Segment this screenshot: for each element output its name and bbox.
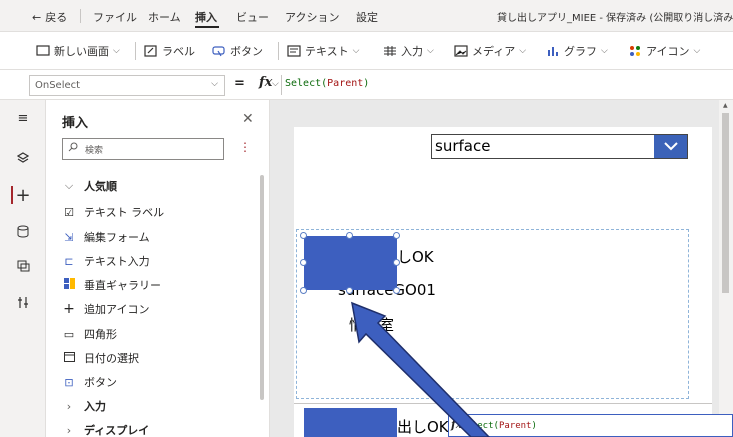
media-button[interactable]: メディア ⌵: [454, 43, 526, 59]
panel-title: 挿入: [62, 116, 89, 131]
insert-item-text-label[interactable]: ☑ テキスト ラベル: [62, 204, 164, 220]
device-dropdown[interactable]: surface: [431, 134, 688, 159]
ribbon-toolbar: 新しい画面 ⌵ ラベル ボタン テキスト ⌵ 入力 ⌵ メディア ⌵ グラフ ⌵ アイコン…: [0, 32, 733, 70]
resize-handle[interactable]: [393, 232, 400, 239]
input-icon: [383, 45, 397, 57]
resize-handle[interactable]: [346, 232, 353, 239]
menu-settings[interactable]: 設定: [356, 9, 378, 25]
equals-sign: =: [234, 76, 245, 91]
insert-panel: 挿入 ✕ 検索 ⋮ ⌵ 人気順 ☑ テキスト ラベル ⇲ 編集フォーム ⊏ テキスト入力…: [46, 100, 270, 437]
insert-item-rectangle[interactable]: ▭ 四角形: [62, 326, 117, 342]
label-button[interactable]: ラベル: [144, 43, 195, 59]
scrollbar-thumb[interactable]: [722, 113, 729, 293]
app-title: 貸し出しアプリ_MIEE - 保存済み (公開取り消し済み: [497, 13, 733, 24]
form-icon: ⇲: [64, 230, 74, 244]
menu-bar: ← 戻る ファイル ホーム 挿入 ビュー アクション 設定 貸し出しアプリ_MIE…: [0, 0, 733, 32]
menu-insert[interactable]: 挿入: [195, 9, 217, 25]
label-icon: ☑: [64, 205, 74, 219]
divider: [135, 42, 136, 60]
scroll-up-icon[interactable]: ▲: [723, 102, 728, 109]
text-icon: [287, 45, 301, 57]
gallery-department[interactable]: 情報室: [349, 314, 394, 335]
divider: [281, 75, 282, 95]
new-screen-icon: [36, 45, 50, 57]
chevron-down-icon: ⌵: [211, 79, 218, 89]
button-icon: ⊡: [64, 375, 74, 389]
chevron-down-icon: ⌵: [352, 46, 360, 56]
text-input-icon: ⊏: [64, 254, 74, 268]
label-icon: [144, 45, 158, 57]
search-input[interactable]: 検索: [62, 138, 224, 160]
new-screen-button[interactable]: 新しい画面 ⌵: [36, 43, 120, 59]
text-button[interactable]: テキスト ⌵: [287, 43, 360, 59]
canvas-scrollbar[interactable]: ▲: [719, 100, 733, 437]
chevron-down-icon: ⌵: [601, 46, 608, 56]
gallery-item-2-button[interactable]: [304, 408, 397, 437]
left-rail: ≡ +: [0, 100, 46, 437]
back-arrow-icon: ←: [32, 11, 42, 24]
insert-item-date-picker[interactable]: 日付の選択: [62, 350, 139, 366]
menu-file[interactable]: ファイル: [93, 9, 137, 25]
chevron-down-icon: ⌵: [64, 179, 74, 192]
resize-handle[interactable]: [346, 287, 353, 294]
chevron-down-icon: ⌵: [519, 46, 527, 56]
fx-icon[interactable]: fx: [259, 75, 272, 90]
input-button[interactable]: 入力 ⌵: [383, 43, 434, 59]
section-display[interactable]: › ディスプレイ: [62, 422, 149, 437]
insert-item-add-icon[interactable]: + 追加アイコン: [62, 301, 149, 317]
layers-icon[interactable]: [0, 144, 46, 172]
section-popular[interactable]: ⌵ 人気順: [62, 178, 117, 194]
insert-item-edit-form[interactable]: ⇲ 編集フォーム: [62, 229, 149, 245]
divider: [278, 42, 279, 60]
insert-item-vertical-gallery[interactable]: 垂直ギャラリー: [62, 277, 161, 293]
hamburger-icon[interactable]: ≡: [0, 104, 46, 132]
insert-item-button[interactable]: ⊡ ボタン: [62, 374, 117, 390]
chevron-down-icon: ⌵: [113, 46, 120, 56]
selected-button[interactable]: [304, 236, 397, 290]
more-options-icon[interactable]: ⋮: [239, 140, 251, 154]
search-icon: [68, 142, 78, 152]
chevron-down-icon: ⌵: [693, 46, 701, 56]
plus-icon: +: [63, 301, 75, 317]
close-icon[interactable]: ✕: [242, 111, 254, 127]
menu-view[interactable]: ビュー: [236, 9, 269, 25]
resize-handle[interactable]: [300, 259, 307, 266]
chevron-right-icon: ›: [66, 423, 72, 437]
resize-handle[interactable]: [300, 232, 307, 239]
data-icon[interactable]: [0, 217, 46, 245]
media-library-icon[interactable]: [0, 252, 46, 280]
chart-button[interactable]: グラフ ⌵: [546, 43, 608, 59]
section-input[interactable]: › 入力: [62, 398, 106, 414]
insert-plus-icon[interactable]: +: [0, 181, 46, 209]
media-icon: [454, 45, 468, 57]
property-selector[interactable]: OnSelect ⌵: [29, 75, 225, 96]
divider: [80, 9, 81, 23]
chevron-right-icon: ›: [66, 399, 72, 413]
back-button[interactable]: ← 戻る: [32, 9, 67, 25]
rectangle-icon: ▭: [63, 327, 75, 341]
insert-item-text-input[interactable]: ⊏ テキスト入力: [62, 253, 149, 269]
chevron-down-icon: ⌵: [427, 46, 434, 56]
resize-handle[interactable]: [393, 287, 400, 294]
resize-handle[interactable]: [300, 287, 307, 294]
formula-bar: OnSelect ⌵ = fx ⌵ Select(Parent): [0, 70, 733, 100]
gallery-icon: [62, 278, 76, 292]
icons-icon: [628, 45, 642, 57]
chevron-down-icon[interactable]: ⌵: [272, 79, 279, 89]
button-icon: [212, 45, 226, 57]
active-tab-indicator: [195, 26, 219, 28]
chevron-down-icon[interactable]: [654, 135, 687, 158]
icons-button[interactable]: アイコン ⌵: [628, 43, 700, 59]
panel-scrollbar[interactable]: [260, 175, 264, 400]
formula-tooltip: fx Select(Parent): [448, 414, 733, 437]
menu-home[interactable]: ホーム: [148, 9, 181, 25]
menu-action[interactable]: アクション: [285, 9, 339, 25]
tools-icon[interactable]: [0, 288, 46, 316]
chart-icon: [546, 45, 560, 57]
formula-input[interactable]: Select(Parent): [285, 78, 369, 89]
button-button[interactable]: ボタン: [212, 43, 263, 59]
gallery-item-2-status[interactable]: 出しOK: [397, 416, 449, 437]
calendar-icon: [62, 351, 76, 365]
resize-handle[interactable]: [393, 259, 400, 266]
